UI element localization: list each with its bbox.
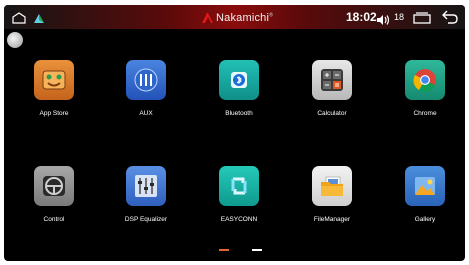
- navigation-app-icon[interactable]: [33, 11, 45, 29]
- app-tile-gallery[interactable]: Gallery: [385, 166, 465, 223]
- nakamichi-logo-mark-icon: [202, 12, 213, 23]
- bluetooth-icon: [219, 60, 259, 100]
- status-bar: Nakamichi® 18:02 18: [4, 5, 465, 29]
- app-tile-easyconn[interactable]: EASYCONN: [199, 166, 279, 223]
- app-label: Calculator: [317, 110, 347, 117]
- app-label: Control: [43, 216, 65, 223]
- app-tile-control[interactable]: Control: [14, 166, 94, 223]
- car-launcher-screen: Nakamichi® 18:02 18 App Store AUX Blueto…: [4, 5, 465, 261]
- calculator-icon: [312, 60, 352, 100]
- app-label: EASYCONN: [220, 216, 258, 223]
- app-label: Chrome: [413, 110, 437, 117]
- clock: 18:02: [346, 10, 377, 24]
- home-icon[interactable]: [12, 11, 26, 29]
- easyconn-icon: [219, 166, 259, 206]
- aux-icon: [126, 60, 166, 100]
- app-tile-dsp-equalizer[interactable]: DSP Equalizer: [106, 166, 186, 223]
- app-label: AUX: [139, 110, 153, 117]
- app-label: FileManager: [313, 216, 351, 223]
- volume-level: 18: [394, 12, 405, 22]
- folder-icon: [312, 166, 352, 206]
- app-label: Bluetooth: [225, 110, 253, 117]
- floating-assistive-ball[interactable]: [7, 32, 23, 48]
- recent-apps-icon[interactable]: [413, 11, 431, 29]
- app-tile-filemanager[interactable]: FileManager: [292, 166, 372, 223]
- app-store-icon: [34, 60, 74, 100]
- back-icon[interactable]: [442, 10, 458, 29]
- brand-logo: Nakamichi®: [202, 11, 273, 24]
- app-label: App Store: [39, 110, 69, 117]
- volume-icon[interactable]: [377, 12, 390, 30]
- page-indicator[interactable]: [252, 249, 262, 251]
- steering-wheel-icon: [34, 166, 74, 206]
- app-tile-chrome[interactable]: Chrome: [385, 60, 465, 117]
- brand-name: Nakamichi®: [216, 11, 274, 24]
- chrome-icon: [405, 60, 445, 100]
- app-tile-aux[interactable]: AUX: [106, 60, 186, 117]
- page-indicator-active[interactable]: [219, 249, 229, 251]
- app-tile-calculator[interactable]: Calculator: [292, 60, 372, 117]
- equalizer-icon: [126, 166, 166, 206]
- app-label: DSP Equalizer: [124, 216, 168, 223]
- app-tile-bluetooth[interactable]: Bluetooth: [199, 60, 279, 117]
- gallery-icon: [405, 166, 445, 206]
- app-tile-app-store[interactable]: App Store: [14, 60, 94, 117]
- app-label: Gallery: [414, 216, 436, 223]
